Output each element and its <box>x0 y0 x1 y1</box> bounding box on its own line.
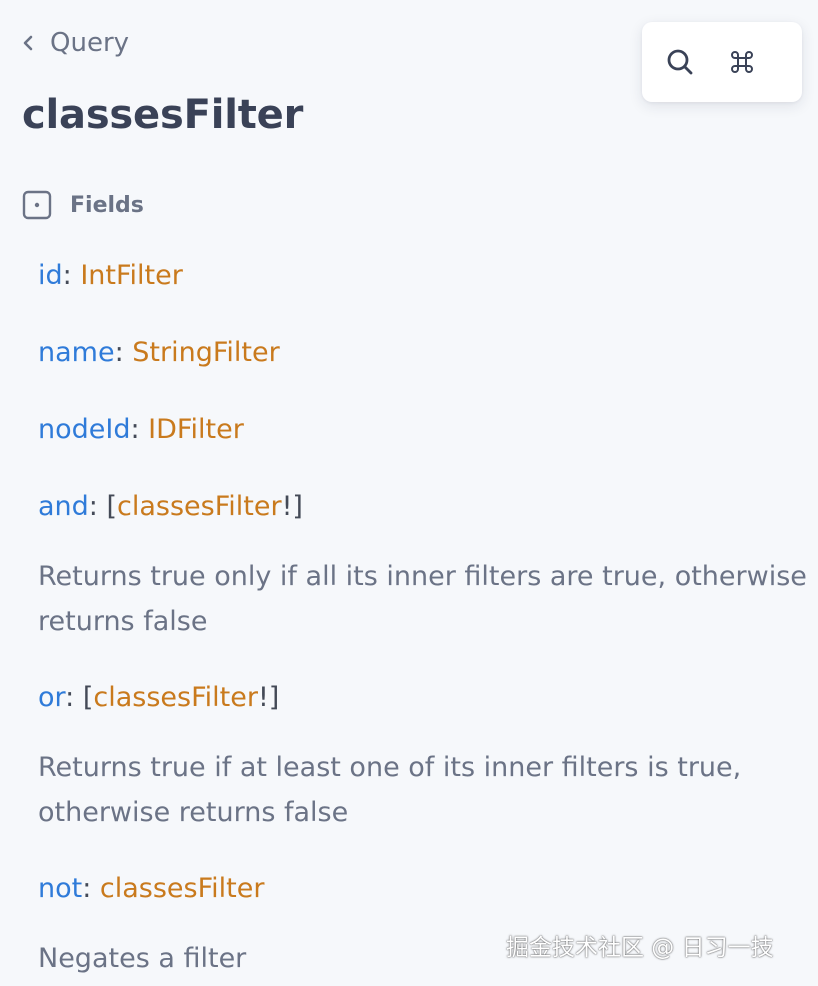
fields-section-header: Fields <box>22 190 144 220</box>
back-link[interactable]: Query <box>22 28 129 58</box>
field-type-link[interactable]: IntFilter <box>80 260 183 291</box>
field-name[interactable]: id <box>38 260 63 291</box>
field-name[interactable]: nodeId <box>38 414 130 445</box>
chevron-left-icon <box>23 35 33 51</box>
back-link-label: Query <box>50 28 130 58</box>
watermark: 掘金技术社区 @ 日习一技 <box>506 935 774 961</box>
field-not: not: classesFilter <box>38 873 265 904</box>
field-or-description: Returns true if at least one of its inne… <box>38 752 742 828</box>
field-name[interactable]: or <box>38 682 65 713</box>
field-type-link[interactable]: StringFilter <box>132 337 279 368</box>
field-name-row: name: StringFilter <box>38 337 280 368</box>
fields-section-label: Fields <box>70 192 144 218</box>
page-title: classesFilter <box>22 92 304 138</box>
field-type-link[interactable]: classesFilter <box>93 682 258 713</box>
command-key-icon <box>731 51 753 73</box>
field-nodeid: nodeId: IDFilter <box>38 414 244 445</box>
shortcut-button[interactable] <box>722 42 762 82</box>
field-name[interactable]: not <box>38 873 82 904</box>
field-type-link[interactable]: classesFilter <box>117 491 282 522</box>
toolbar <box>642 22 802 102</box>
field-name[interactable]: name <box>38 337 115 368</box>
field-type-link[interactable]: IDFilter <box>148 414 244 445</box>
search-button[interactable] <box>660 42 700 82</box>
field-type-link[interactable]: classesFilter <box>100 873 265 904</box>
field-and-description: Returns true only if all its inner filte… <box>38 561 807 637</box>
search-icon <box>667 49 693 75</box>
field-or: or: [classesFilter!] <box>38 682 280 713</box>
docs-page: Query classesFilter Fields id: IntFilter… <box>0 0 818 986</box>
field-id: id: IntFilter <box>38 260 183 291</box>
field-and: and: [classesFilter!] <box>38 491 303 522</box>
field-name[interactable]: and <box>38 491 89 522</box>
fields-box-icon <box>22 190 52 220</box>
